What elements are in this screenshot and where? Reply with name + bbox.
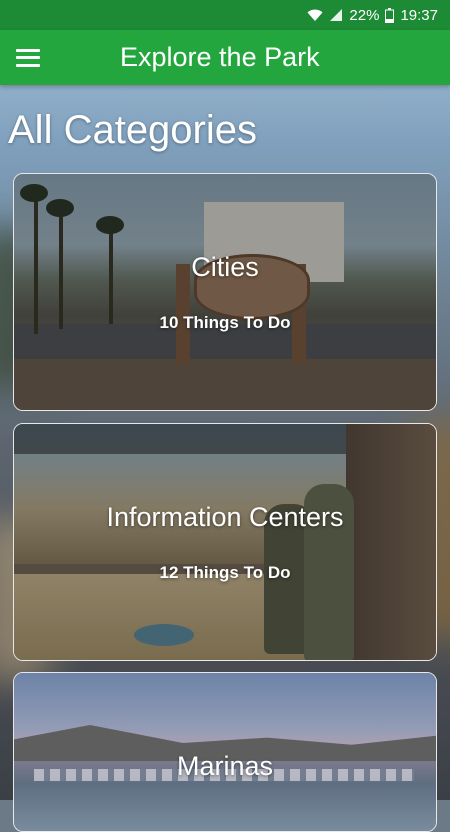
category-card-cities[interactable]: Cities 10 Things To Do — [13, 173, 437, 411]
battery-percent: 22% — [349, 6, 380, 24]
category-count: 10 Things To Do — [159, 313, 291, 332]
category-title: Marinas — [176, 751, 274, 781]
status-bar: 22% 19:37 — [0, 0, 450, 30]
clock: 19:37 — [400, 6, 438, 24]
signal-icon — [329, 8, 343, 22]
hamburger-menu-icon[interactable] — [0, 30, 56, 85]
app-bar: Explore the Park — [0, 30, 450, 85]
app-title: Explore the Park — [120, 42, 320, 72]
battery-icon — [385, 7, 395, 23]
category-count: 12 Things To Do — [159, 563, 291, 582]
category-title: Cities — [191, 252, 259, 282]
category-card-information-centers[interactable]: Information Centers 12 Things To Do — [13, 423, 437, 661]
wifi-icon — [307, 8, 323, 22]
page-title: All Categories — [8, 108, 258, 152]
category-card-marinas[interactable]: Marinas — [13, 672, 437, 832]
category-title: Information Centers — [106, 502, 344, 532]
